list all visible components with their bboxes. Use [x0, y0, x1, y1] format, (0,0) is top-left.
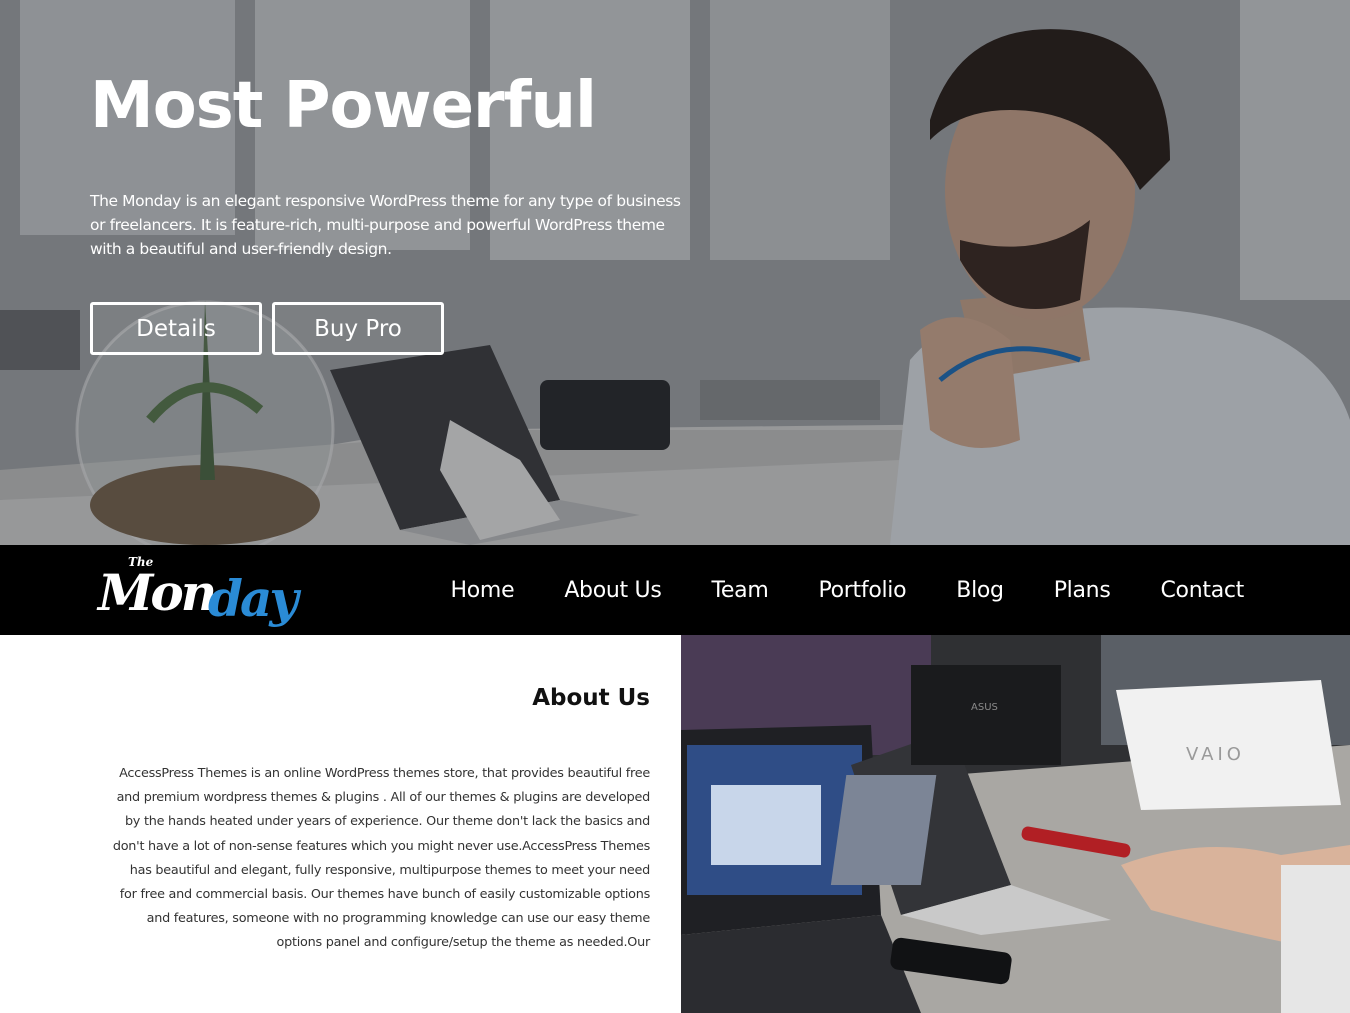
nav-item-home[interactable]: Home [451, 578, 515, 603]
about-section: About Us AccessPress Themes is an online… [0, 635, 681, 1013]
buy-pro-button[interactable]: Buy Pro [272, 302, 444, 355]
nav-item-portfolio[interactable]: Portfolio [818, 578, 906, 603]
details-button[interactable]: Details [90, 302, 262, 355]
primary-menu: Home About Us Team Portfolio Blog Plans … [451, 545, 1245, 635]
hero-description: The Monday is an elegant responsive Word… [90, 192, 681, 258]
hero-banner: Most Powerful The Monday is an elegant r… [0, 0, 1350, 545]
vaio-logo-text: VAIO [1186, 744, 1245, 765]
nav-item-about-us[interactable]: About Us [564, 578, 662, 603]
nav-item-blog[interactable]: Blog [956, 578, 1004, 603]
about-description: AccessPress Themes is an online WordPres… [112, 766, 650, 951]
hero-title: Most Powerful [90, 69, 597, 143]
main-navbar: The Mon day Home About Us Team Portfolio… [0, 545, 1350, 635]
office-laptops-photo: ASUS VAIO [681, 635, 1350, 1013]
about-photo: ASUS VAIO [681, 635, 1350, 1013]
site-logo[interactable]: The Mon day [98, 553, 308, 635]
logo-mon-text: Mon [98, 563, 217, 622]
about-title: About Us [532, 685, 650, 711]
logo-day-text: day [208, 569, 298, 628]
nav-item-plans[interactable]: Plans [1054, 578, 1111, 603]
svg-text:ASUS: ASUS [971, 702, 998, 713]
nav-item-contact[interactable]: Contact [1161, 578, 1245, 603]
nav-item-team[interactable]: Team [712, 578, 769, 603]
